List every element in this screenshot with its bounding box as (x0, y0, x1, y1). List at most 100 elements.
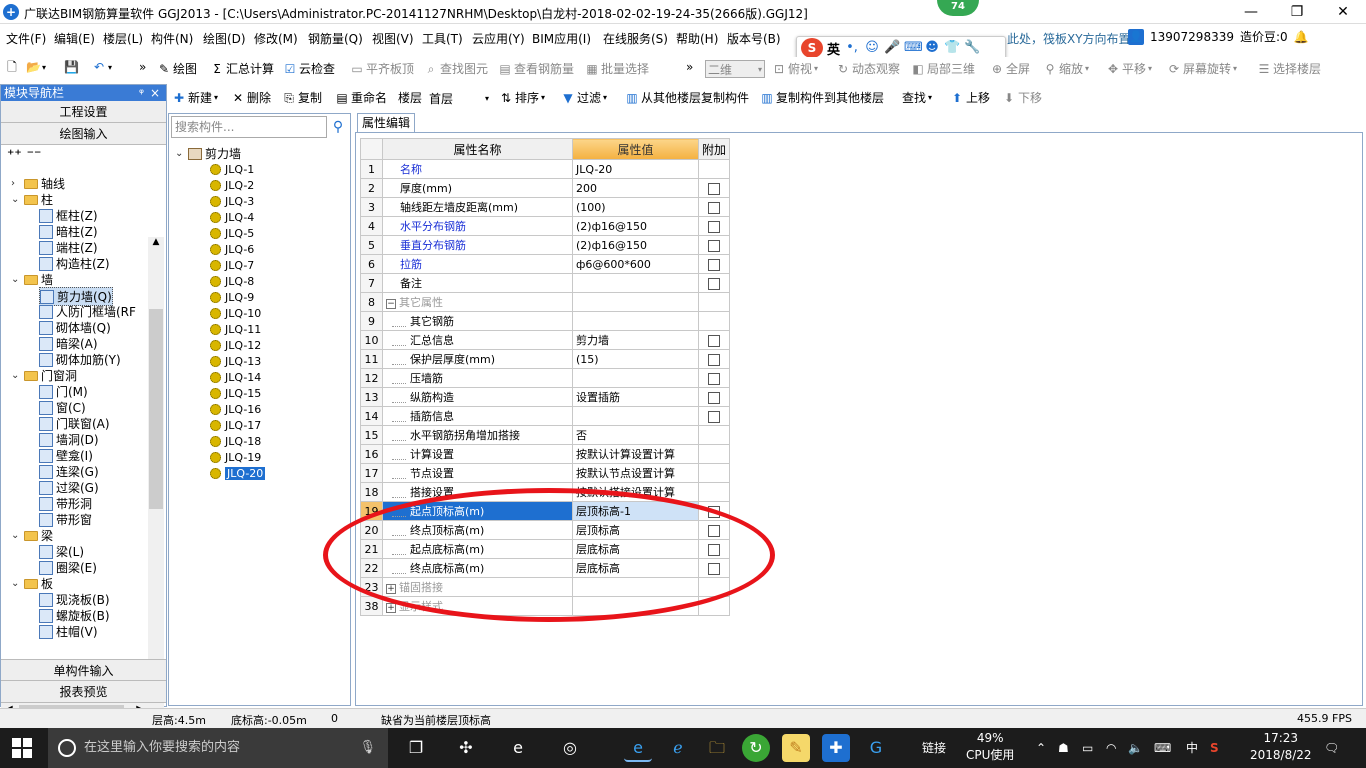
property-value-cell[interactable]: (15) (572, 349, 699, 369)
property-value-cell[interactable] (572, 406, 699, 426)
g-app-icon[interactable]: G (862, 734, 890, 762)
filter-button[interactable]: ▼ 过滤 ▾ (561, 89, 607, 106)
component-list-item[interactable]: JLQ-20 (210, 466, 266, 481)
property-row[interactable]: 19 起点顶标高(m) 层顶标高-1 (360, 501, 731, 521)
sort-button[interactable]: ⇅ 排序 ▾ (499, 89, 545, 106)
extra-checkbox[interactable] (708, 410, 720, 423)
windows-start-icon[interactable] (12, 738, 32, 758)
tree-item[interactable]: 构造柱(Z) (39, 255, 110, 272)
property-value-cell[interactable]: 剪力墙 (572, 330, 699, 350)
property-row[interactable]: 16 计算设置 按默认计算设置计算 (360, 444, 731, 464)
skin-icon[interactable]: 👕 (944, 40, 960, 56)
menu-modify[interactable]: 修改(M) (254, 30, 298, 47)
menu-cloud[interactable]: 云应用(Y) (472, 30, 525, 47)
property-value-cell[interactable] (572, 577, 699, 597)
new-file-icon[interactable]: 🗋 (5, 60, 19, 74)
draw-button[interactable]: ✎ 绘图 (157, 60, 197, 77)
menu-rebar-qty[interactable]: 钢筋量(Q) (308, 30, 363, 47)
tree-folder[interactable]: ⌄ 板 (11, 575, 53, 592)
expand-toggle-icon[interactable]: ⌄ (11, 370, 21, 381)
expand-toggle-icon[interactable]: ⌄ (11, 194, 21, 205)
notification-badge[interactable]: 74 (937, 0, 979, 16)
menu-draw[interactable]: 绘图(D) (203, 30, 246, 47)
chrome-like-icon[interactable]: ◎ (556, 734, 584, 762)
extra-checkbox[interactable] (708, 562, 720, 575)
property-row[interactable]: 20 终点顶标高(m) 层顶标高 (360, 520, 731, 540)
property-row[interactable]: 12 压墙筋 (360, 368, 731, 388)
notes-app-icon[interactable]: ✎ (782, 734, 810, 762)
menu-file[interactable]: 文件(F) (6, 30, 46, 47)
glodon-app-icon[interactable]: ✚ (822, 734, 850, 762)
property-value-cell[interactable]: (2)ф16@150 (572, 235, 699, 255)
top-view-button[interactable]: ⊡ 俯视 ▾ (772, 60, 818, 77)
tree-item[interactable]: 暗梁(A) (39, 335, 98, 352)
property-value-cell[interactable]: 按默认搭接设置计算 (572, 482, 699, 502)
extra-checkbox[interactable] (708, 334, 720, 347)
tree-item[interactable]: 砌体加筋(Y) (39, 351, 121, 368)
mic-icon[interactable]: 🎤 (884, 40, 900, 56)
component-list-item[interactable]: JLQ-16 (210, 402, 261, 417)
list-root[interactable]: ⌄ 剪力墙 (175, 145, 241, 162)
tree-item[interactable]: 壁龛(I) (39, 447, 93, 464)
user-phone[interactable]: 13907298339 (1150, 30, 1234, 44)
extra-checkbox[interactable] (708, 505, 720, 518)
property-value-cell[interactable]: (100) (572, 197, 699, 217)
ie-icon-2[interactable]: ℯ (664, 734, 692, 762)
wrench-icon[interactable]: 🔧 (964, 40, 980, 56)
batch-select-button[interactable]: ▦ 批量选择 (585, 60, 649, 77)
component-list-item[interactable]: JLQ-6 (210, 242, 254, 257)
tree-item[interactable]: 墙洞(D) (39, 431, 99, 448)
notifications-icon[interactable]: 🗨 (1324, 740, 1339, 757)
select-floor-button[interactable]: ☰ 选择楼层 (1257, 60, 1321, 77)
move-up-button[interactable]: ⬆ 上移 (950, 89, 990, 106)
ime-lang-toggle[interactable]: 英 (827, 39, 840, 58)
search-icon[interactable]: ⚲ (329, 118, 347, 136)
tree-item[interactable]: 现浇板(B) (39, 591, 110, 608)
restore-button[interactable]: ❐ (1274, 0, 1320, 24)
new-button[interactable]: ✚ 新建 ▾ (172, 89, 218, 106)
tree-item[interactable]: 梁(L) (39, 543, 84, 560)
punctuation-icon[interactable]: •, (844, 40, 860, 56)
tree-folder[interactable]: ⌄ 墙 (11, 271, 53, 288)
menu-bim[interactable]: BIM应用(I) (532, 30, 591, 47)
property-value-cell[interactable] (572, 273, 699, 293)
property-row[interactable]: 18 搭接设置 按默认搭接设置计算 (360, 482, 731, 502)
volume-icon[interactable]: 🔈 (1128, 740, 1143, 757)
property-row[interactable]: 5 垂直分布钢筋 (2)ф16@150 (360, 235, 731, 255)
keyboard-icon[interactable]: ⌨ (904, 40, 923, 56)
property-row[interactable]: 15 水平钢筋拐角增加搭接 否 (360, 425, 731, 445)
component-list-item[interactable]: JLQ-10 (210, 306, 261, 321)
keyboard-tray-icon[interactable]: ⌨ (1154, 740, 1171, 757)
view-rebar-button[interactable]: ▤ 查看钢筋量 (498, 60, 574, 77)
property-value-cell[interactable]: 层顶标高-1 (572, 501, 699, 521)
property-value-cell[interactable]: ф6@600*600 (572, 254, 699, 274)
task-view-icon[interactable]: ❐ (402, 734, 430, 762)
report-preview-button[interactable]: 报表预览 (1, 681, 166, 703)
tree-folder[interactable]: ⌄ 门窗洞 (11, 367, 77, 384)
tray-icon-1[interactable]: ☗ (1058, 740, 1069, 757)
tree-folder[interactable]: ⌄ 柱 (11, 191, 53, 208)
menu-tools[interactable]: 工具(T) (422, 30, 463, 47)
sum-calc-button[interactable]: Σ 汇总计算 (210, 60, 274, 77)
fullscreen-button[interactable]: ⊕ 全屏 (990, 60, 1030, 77)
local-3d-button[interactable]: ◧ 局部三维 (911, 60, 975, 77)
clock[interactable]: 17:23 2018/8/22 (1250, 730, 1312, 764)
expand-box-icon[interactable]: + (386, 584, 396, 594)
menu-help[interactable]: 帮助(H) (676, 30, 718, 47)
extra-checkbox[interactable] (708, 372, 720, 385)
property-row[interactable]: 21 起点底标高(m) 层底标高 (360, 539, 731, 559)
property-row[interactable]: 14 插筋信息 (360, 406, 731, 426)
ime-indicator[interactable]: 中 (1186, 740, 1198, 757)
property-row[interactable]: 6 拉筋 ф6@600*600 (360, 254, 731, 274)
property-value-cell[interactable]: 层底标高 (572, 539, 699, 559)
tree-folder[interactable]: › 轴线 (11, 175, 65, 192)
drawing-input-button[interactable]: 绘图输入 (1, 123, 166, 145)
component-list-item[interactable]: JLQ-3 (210, 194, 254, 209)
rotate-button[interactable]: ⟳ 屏幕旋转 ▾ (1167, 60, 1237, 77)
property-row[interactable]: 4 水平分布钢筋 (2)ф16@150 (360, 216, 731, 236)
tree-item[interactable]: 带形窗 (39, 511, 92, 528)
property-row[interactable]: 3 轴线距左墙皮距离(mm) (100) (360, 197, 731, 217)
component-list-item[interactable]: JLQ-14 (210, 370, 261, 385)
expand-toggle-icon[interactable]: › (11, 178, 21, 189)
dynamic-view-button[interactable]: ↻ 动态观察 (836, 60, 900, 77)
